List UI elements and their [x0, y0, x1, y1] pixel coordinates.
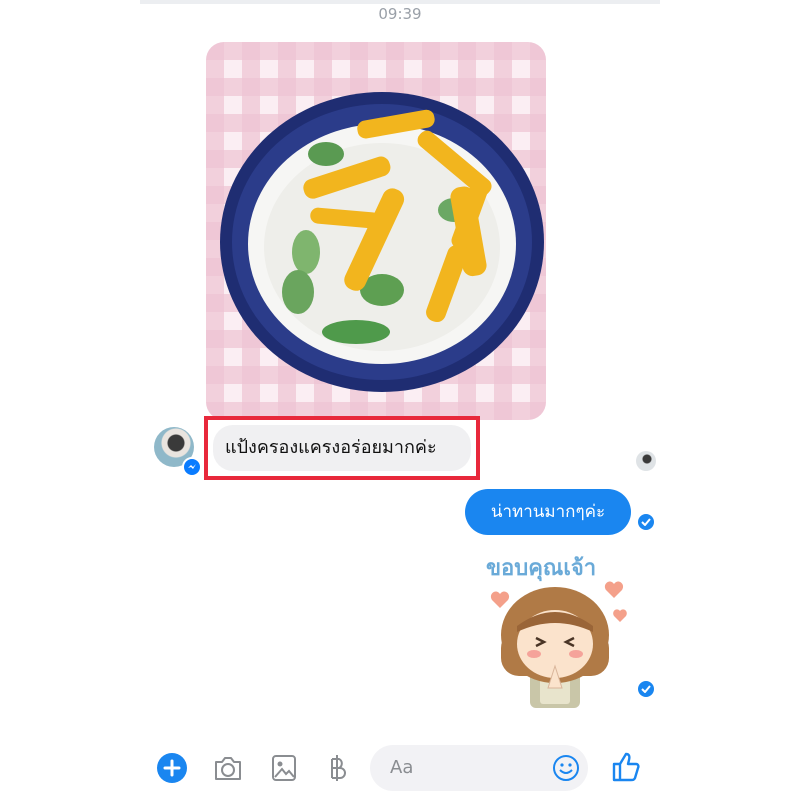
seen-check-icon	[638, 681, 654, 697]
composer-toolbar: Aa	[140, 740, 660, 800]
timestamp: 09:39	[378, 5, 422, 23]
outgoing-message-bubble[interactable]: น่าทานมากๆค่ะ	[465, 489, 631, 535]
baht-icon[interactable]	[326, 753, 350, 783]
plus-icon[interactable]	[156, 752, 188, 784]
sticker-girl-icon	[490, 581, 627, 708]
shared-photo[interactable]	[206, 42, 546, 420]
delivered-check-icon	[638, 514, 654, 530]
thumbs-up-icon[interactable]	[610, 750, 642, 784]
chat-screen: 09:39 แป้งครองแครงอร่อยมากค่ะ น่าทานมากๆ…	[140, 0, 660, 800]
sticker[interactable]: ขอบคุณเจ้า	[474, 540, 636, 710]
incoming-message-bubble[interactable]: แป้งครองแครงอร่อยมากค่ะ	[213, 425, 471, 471]
seen-avatar	[636, 451, 656, 471]
messenger-badge-icon	[182, 457, 202, 477]
message-input[interactable]: Aa	[370, 745, 588, 791]
top-divider	[140, 0, 660, 4]
camera-icon[interactable]	[212, 753, 244, 783]
input-placeholder: Aa	[390, 757, 414, 778]
gallery-icon[interactable]	[270, 753, 298, 783]
emoji-icon[interactable]	[552, 754, 580, 782]
